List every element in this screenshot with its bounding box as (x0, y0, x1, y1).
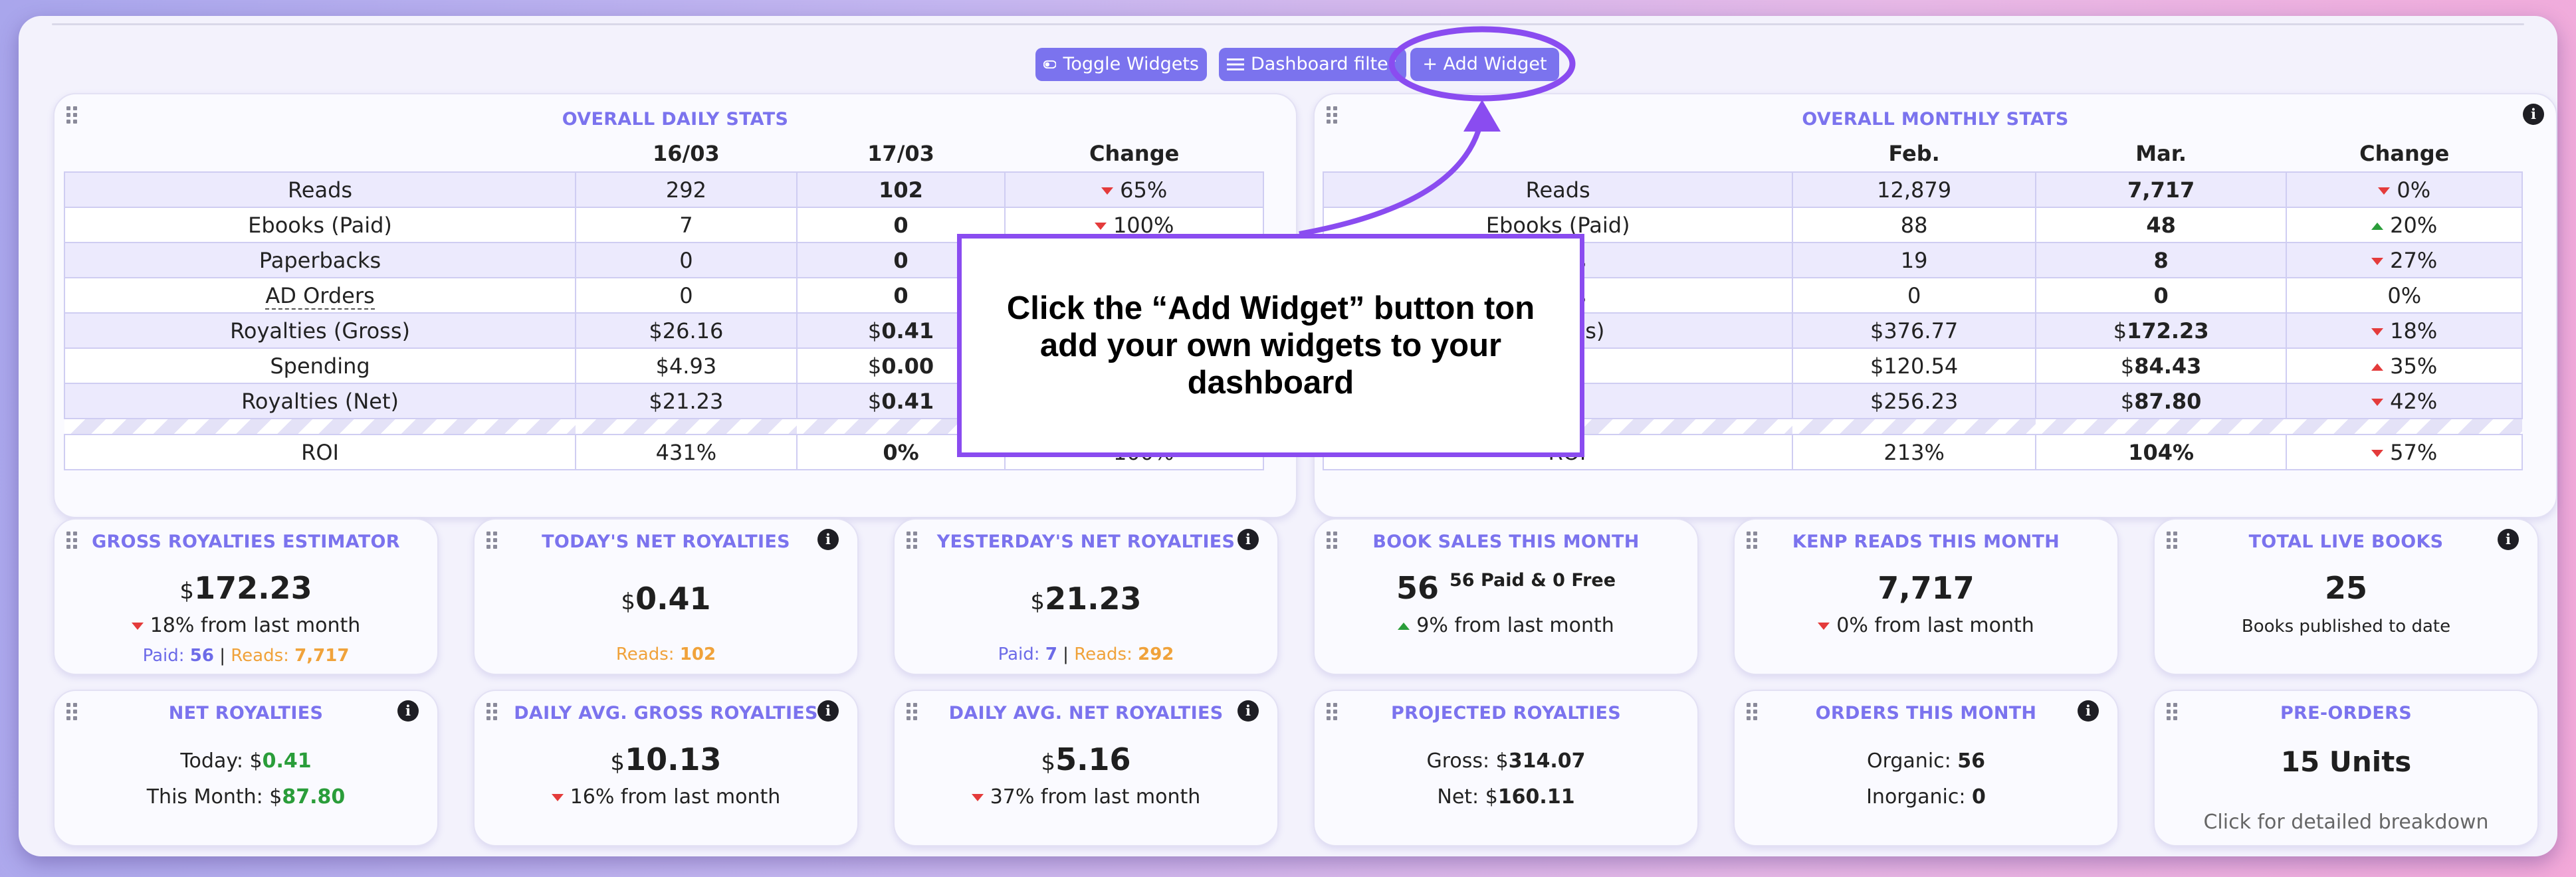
highlight-ellipse (1388, 26, 1576, 102)
callout-box: Click the “Add Widget” button ton add yo… (957, 234, 1584, 457)
callout-arrow-line (1299, 116, 1485, 237)
callout-text: Click the “Add Widget” button ton add yo… (1006, 290, 1535, 401)
callout-arrowhead-icon (1463, 100, 1501, 132)
